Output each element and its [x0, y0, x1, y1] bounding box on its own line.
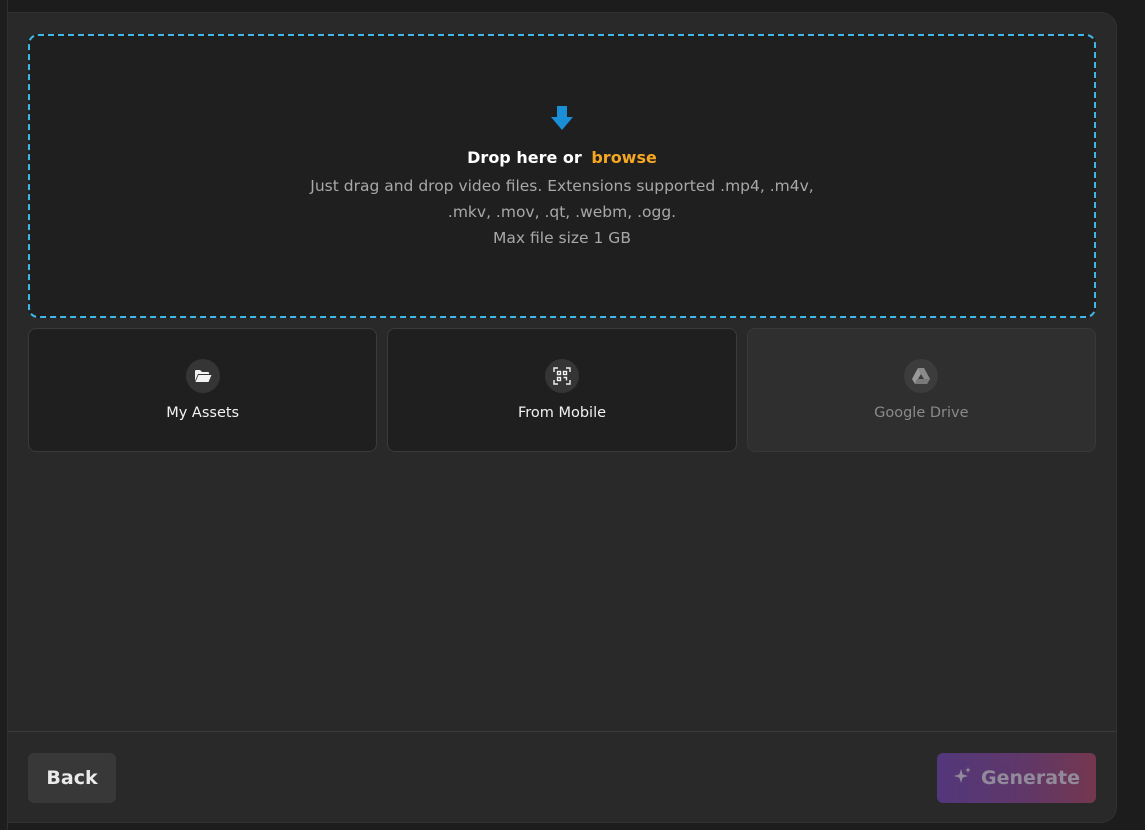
from-mobile-button[interactable]: From Mobile: [387, 328, 737, 452]
google-drive-icon: [904, 359, 939, 393]
generate-button[interactable]: Generate: [937, 753, 1096, 803]
dropzone-description: Just drag and drop video files. Extensio…: [310, 173, 813, 251]
sparkle-icon: [953, 766, 973, 791]
google-drive-button[interactable]: Google Drive: [746, 328, 1096, 452]
dropzone-title-text: Drop here or: [467, 148, 582, 167]
dropzone-desc-line1: Just drag and drop video files. Extensio…: [310, 177, 814, 195]
dropzone-desc-line3: Max file size 1 GB: [493, 229, 631, 247]
upload-sources: My Assets From Mobile Google Drive: [28, 328, 1096, 452]
file-dropzone[interactable]: Drop here or browse Just drag and drop v…: [28, 34, 1096, 318]
from-mobile-label: From Mobile: [517, 405, 607, 421]
folder-open-icon: [185, 359, 220, 393]
google-drive-label: Google Drive: [874, 405, 969, 421]
left-sidebar-edge: [0, 0, 8, 830]
download-arrow-icon: [548, 104, 576, 132]
back-button[interactable]: Back: [28, 753, 116, 803]
my-assets-button[interactable]: My Assets: [28, 328, 378, 452]
generate-label: Generate: [980, 767, 1081, 789]
my-assets-label: My Assets: [166, 405, 240, 421]
qr-code-icon: [544, 359, 579, 393]
dropzone-title: Drop here or browse: [467, 148, 657, 167]
browse-link[interactable]: browse: [591, 148, 657, 167]
dropzone-desc-line2: .mkv, .mov, .qt, .webm, .ogg.: [447, 203, 677, 221]
upload-panel: Drop here or browse Just drag and drop v…: [8, 12, 1117, 823]
footer-divider: [8, 731, 1117, 732]
